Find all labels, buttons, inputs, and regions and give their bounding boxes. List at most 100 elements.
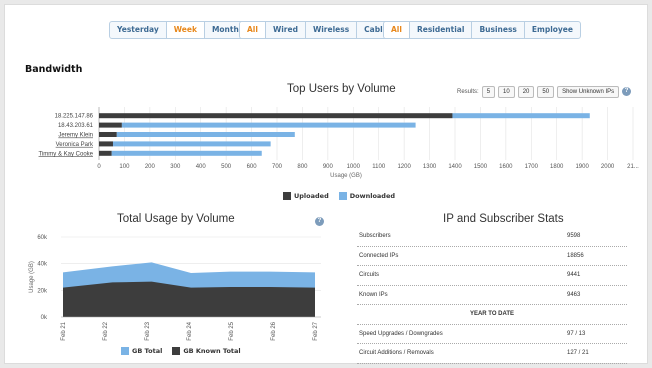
uploaded-bar (99, 150, 112, 156)
legend-gb-known-label: GB Known Total (183, 347, 241, 355)
x-tick-label: 100 (119, 164, 130, 170)
x-tick-label: Feb 23 (145, 321, 151, 340)
x-tick-label: Feb 21 (61, 321, 67, 340)
x-tick-label: 1400 (448, 164, 462, 170)
x-tick-label: 1300 (423, 164, 437, 170)
y-tick-label: 60k (37, 235, 48, 241)
x-tick-label: 1000 (347, 164, 361, 170)
results-50-button[interactable]: 50 (537, 85, 555, 98)
y-tick-label: 20k (37, 288, 48, 294)
x-tick-label: Feb 25 (229, 321, 235, 340)
legend-gb-total: GB Total (121, 347, 162, 355)
results-20-button[interactable]: 20 (517, 85, 535, 98)
legend-gb-total-label: GB Total (132, 347, 163, 355)
year-to-date-header: YEAR TO DATE (357, 305, 627, 325)
stats-label: Circuit Additions / Removals (359, 350, 434, 357)
top-users-title: Top Users by Volume (287, 83, 396, 95)
y-tick-label: 40k (37, 262, 48, 268)
x-tick-label: 800 (297, 164, 308, 170)
stats-row: Known IPs 9463 (357, 286, 627, 305)
stats-row: Subscribers 9598 (357, 227, 627, 247)
total-usage-title: Total Usage by Volume (117, 213, 235, 225)
x-tick-label: 1600 (499, 164, 513, 170)
period-filter: Yesterday Week Month (109, 21, 247, 39)
downloaded-bar (452, 113, 590, 119)
downloaded-swatch (338, 192, 347, 200)
category-label: Jeremy Klein (58, 133, 93, 139)
uploaded-bar (99, 132, 117, 137)
stats-value: 9598 (567, 233, 581, 240)
x-tick-label: 900 (323, 164, 334, 170)
bandwidth-dashboard: Yesterday Week Month All Wired Wireless Cable… (4, 4, 648, 364)
stats-label: Speed Upgrades / Downgrades (359, 330, 443, 337)
filter-segment-button[interactable]: Employee (525, 22, 580, 38)
stats-label: Circuits (359, 272, 380, 279)
segment-filter: All Residential Business Employee (383, 21, 581, 39)
x-tick-label: 600 (247, 164, 258, 170)
x-tick-label: 21... (627, 164, 639, 170)
downloaded-bar (116, 132, 295, 137)
stats-label: Connected IPs (359, 252, 399, 259)
stats-row: Speed Upgrades / Downgrades 97 / 13 (357, 325, 627, 344)
category-label: 18.43.203.61 (58, 123, 94, 129)
category-label: Timmy & Kay Cooke (39, 151, 94, 157)
x-tick-label: 1100 (372, 164, 386, 170)
stats-row: Connected IPs 18856 (357, 247, 627, 266)
total-usage-help-icon[interactable]: ? (315, 217, 324, 226)
top-users-legend: Uploaded Downloaded (283, 192, 405, 200)
x-tick-label: 1700 (525, 164, 539, 170)
x-tick-label: 700 (272, 164, 283, 170)
total-usage-chart: 0k 20k 40k 60k Usage (GB) Feb 21 Feb 22 Feb 23 F… (29, 235, 321, 341)
show-unknown-ips-button[interactable]: Show Unknown IPs (557, 85, 620, 98)
downloaded-bar (111, 150, 262, 156)
x-axis-label: Usage (GB) (330, 173, 362, 179)
uploaded-bar (99, 113, 453, 119)
filter-segment-button[interactable]: Residential (410, 22, 473, 38)
stats-row: Circuit Additions / Removals 127 / 21 (357, 344, 627, 364)
results-selector: Results: 5 10 20 50 Show Unknown IPs ? (457, 85, 632, 98)
legend-uploaded-label: Uploaded (294, 192, 329, 200)
stats-value: 18856 (567, 252, 584, 259)
stats-table: Subscribers 9598 Connected IPs 18856 Cir… (357, 227, 627, 364)
filter-segment-button[interactable]: Business (472, 22, 525, 38)
filter-connection-button[interactable]: Wireless (306, 22, 358, 38)
y-axis-label: Usage (GB) (29, 261, 35, 293)
stats-title: IP and Subscriber Stats (443, 213, 564, 225)
legend-uploaded: Uploaded (283, 192, 329, 200)
help-icon[interactable]: ? (622, 87, 632, 96)
stats-value: 127 / 21 (567, 350, 589, 357)
x-tick-label: Feb 27 (313, 321, 319, 340)
legend-downloaded-label: Downloaded (349, 192, 396, 200)
stats-value: 9441 (567, 272, 581, 279)
uploaded-bar (99, 122, 122, 128)
x-tick-label: Feb 26 (271, 321, 277, 340)
category-label: 18.225.147.86 (55, 114, 94, 120)
total-usage-legend: GB Total GB Known Total (121, 347, 251, 355)
x-tick-label: 400 (196, 164, 207, 170)
results-5-button[interactable]: 5 (481, 85, 496, 98)
downloaded-bar (112, 141, 271, 147)
x-tick-label: Feb 22 (103, 321, 109, 340)
uploaded-swatch (283, 192, 291, 200)
downloaded-bar (121, 122, 416, 128)
category-label: Veronica Park (56, 142, 94, 148)
stats-value: 97 / 13 (567, 330, 586, 337)
filter-period-button[interactable]: Yesterday (110, 22, 167, 38)
results-10-button[interactable]: 10 (498, 85, 515, 98)
stats-row: Circuits 9441 (357, 266, 627, 286)
filter-connection-button[interactable]: Wired (266, 22, 306, 38)
section-title: Bandwidth (25, 64, 83, 75)
filter-segment-button[interactable]: All (384, 22, 410, 38)
filter-period-button[interactable]: Week (166, 22, 205, 38)
x-tick-label: 500 (221, 164, 232, 170)
uploaded-bar (99, 141, 113, 147)
legend-downloaded: Downloaded (338, 192, 396, 200)
stats-value: 9463 (567, 291, 581, 298)
x-tick-label: Feb 24 (187, 321, 193, 340)
connection-filter: All Wired Wireless Cable (239, 21, 396, 39)
filter-connection-button[interactable]: All (240, 22, 266, 38)
gb-total-swatch (121, 347, 129, 355)
results-label: Results: (457, 88, 479, 95)
x-tick-label: 0 (97, 164, 101, 170)
stats-label: Subscribers (359, 233, 391, 240)
